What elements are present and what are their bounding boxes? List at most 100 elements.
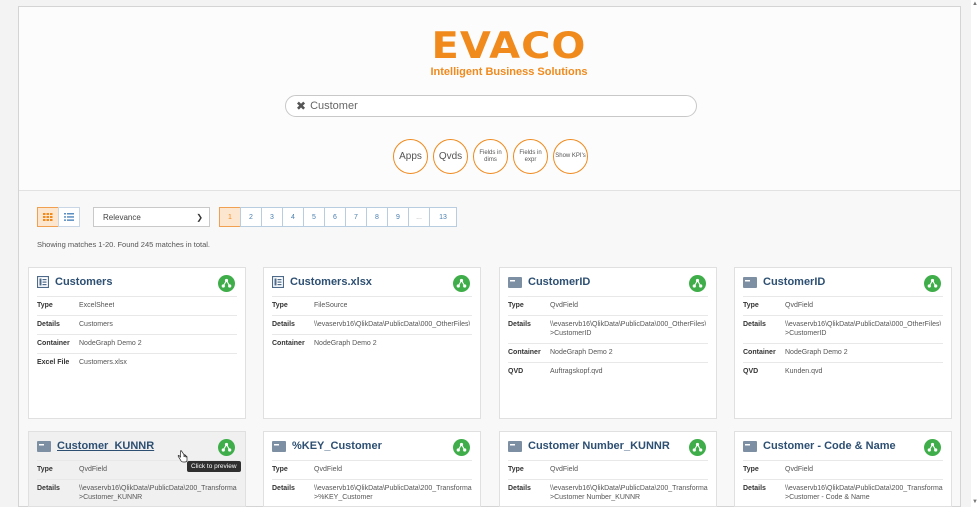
card-title[interactable]: Customers.xlsx: [290, 276, 372, 288]
row-key: Type: [272, 302, 288, 309]
network-graph-icon[interactable]: [453, 439, 470, 456]
filter-label: Show KPI's: [555, 153, 586, 159]
search-box[interactable]: ✖: [285, 95, 697, 117]
result-card[interactable]: Customer - Code & Name Type QvdField Deta…: [734, 431, 952, 507]
page-button[interactable]: 8: [366, 207, 388, 227]
page-button[interactable]: 4: [282, 207, 304, 227]
grid-icon: [43, 213, 53, 221]
result-card[interactable]: Customer Number_KUNNR Type QvdField Detai…: [499, 431, 717, 507]
card-row: Type ExcelSheet: [37, 296, 237, 315]
scroll-up-icon[interactable]: ▲: [972, 1, 978, 7]
row-key: Type: [37, 466, 53, 473]
result-card[interactable]: Customers Type ExcelSheet Details Customer…: [28, 267, 246, 419]
row-key: Type: [508, 302, 524, 309]
row-value-line: >Customer Number_KUNNR: [550, 494, 641, 501]
result-card[interactable]: %KEY_Customer Type QvdField Details \\evas…: [263, 431, 481, 507]
card-title[interactable]: Customers: [55, 276, 112, 288]
row-value-line: >CustomerID: [785, 330, 827, 337]
card-row: Type QvdField: [743, 296, 943, 315]
card-row: Container NodeGraph Demo 2: [37, 334, 237, 353]
network-graph-icon[interactable]: [689, 439, 706, 456]
card-row: Type FileSource: [272, 296, 472, 315]
sort-select[interactable]: Relevance ❯: [93, 207, 210, 227]
row-value-line: \\evaservb16\QlikData\PublicData\000_Oth…: [785, 321, 942, 328]
result-card[interactable]: CustomerID Type QvdField Details \\evaserv…: [499, 267, 717, 419]
card-header: Customer - Code & Name: [735, 432, 951, 460]
result-card[interactable]: CustomerID Type QvdField Details \\evaserv…: [734, 267, 952, 419]
filter-apps-button[interactable]: Apps: [393, 139, 428, 174]
card-title[interactable]: CustomerID: [763, 276, 825, 288]
card-row: Type QvdField: [743, 460, 943, 479]
row-value: \\evaservb16\QlikData\PublicData\200_Tra…: [79, 484, 237, 502]
filter-fields-in-dims-button[interactable]: Fields in dims: [473, 139, 508, 174]
scroll-down-icon[interactable]: ▼: [972, 499, 978, 505]
filter-label: Fields in dims: [479, 149, 502, 163]
list-view-button[interactable]: [58, 207, 80, 227]
network-graph-icon[interactable]: [218, 275, 235, 292]
row-value-line: >Customer_KUNNR: [79, 494, 143, 501]
row-value: QvdField: [550, 302, 579, 309]
sort-selected-value: Relevance: [103, 212, 141, 222]
card-row: Container NodeGraph Demo 2: [743, 343, 943, 362]
page-button[interactable]: 6: [324, 207, 346, 227]
row-key: Type: [743, 302, 759, 309]
show-kpis-button[interactable]: Show KPI's: [553, 139, 588, 174]
row-value: \\evaservb16\QlikData\PublicData\200_Tra…: [314, 484, 472, 502]
row-value-line: >Customer - Code & Name: [785, 494, 870, 501]
card-row: QVD Kunden.qvd: [743, 362, 943, 381]
card-row: Container NodeGraph Demo 2: [508, 343, 708, 362]
filter-buttons: Apps Qvds Fields in dims Fields in expr …: [393, 139, 588, 174]
card-title[interactable]: Customer_KUNNR: [57, 440, 154, 452]
page-button[interactable]: 5: [303, 207, 325, 227]
row-value: NodeGraph Demo 2: [550, 349, 613, 356]
card-header: Customer Number_KUNNR: [500, 432, 716, 460]
logo-wordmark: EVACO: [431, 24, 587, 68]
network-graph-icon[interactable]: [689, 275, 706, 292]
result-card[interactable]: Customers.xlsx Type FileSource Details \\e…: [263, 267, 481, 419]
filter-label: Apps: [399, 151, 422, 162]
card-row: Type QvdField: [508, 460, 708, 479]
row-value-line: \\evaservb16\QlikData\PublicData\000_Oth…: [550, 321, 707, 328]
card-title[interactable]: Customer Number_KUNNR: [528, 440, 670, 452]
row-value: Auftragskopf.qvd: [550, 368, 603, 375]
row-value-line: \\evaservb16\QlikData\PublicData\200_Tra…: [79, 485, 237, 492]
network-graph-icon[interactable]: [453, 275, 470, 292]
page-button[interactable]: 2: [240, 207, 262, 227]
search-input[interactable]: [310, 100, 671, 112]
network-graph-icon[interactable]: [218, 439, 235, 456]
card-row: Type QvdField: [272, 460, 472, 479]
network-graph-icon[interactable]: [924, 275, 941, 292]
filter-fields-in-expr-button[interactable]: Fields in expr: [513, 139, 548, 174]
scrollbar[interactable]: ▲ ▼: [971, 0, 979, 507]
card-title[interactable]: %KEY_Customer: [292, 440, 382, 452]
row-value: Customers: [79, 321, 113, 328]
row-key: Type: [743, 466, 759, 473]
card-title[interactable]: Customer - Code & Name: [763, 440, 896, 452]
card-header: CustomerID: [500, 268, 716, 296]
grid-view-button[interactable]: [37, 207, 59, 227]
row-key: Container: [508, 349, 541, 356]
page-button[interactable]: 13: [429, 207, 457, 227]
row-value: Kunden.qvd: [785, 368, 823, 375]
network-graph-icon[interactable]: [924, 439, 941, 456]
row-value: \\evaservb16\QlikData\PublicData\000_Oth…: [785, 320, 941, 338]
row-key: Type: [272, 466, 288, 473]
row-key: Details: [37, 485, 60, 492]
row-value: \\evaservb16\QlikData\PublicData\000_Oth…: [314, 321, 471, 328]
row-value: ExcelSheet: [79, 302, 115, 309]
row-key: Type: [37, 302, 53, 309]
page-button[interactable]: 9: [387, 207, 409, 227]
card-row: Details \\evaservb16\QlikData\PublicData\…: [37, 479, 237, 507]
page-button[interactable]: 7: [345, 207, 367, 227]
card-header: CustomerID: [735, 268, 951, 296]
row-value: NodeGraph Demo 2: [79, 340, 142, 347]
card-title[interactable]: CustomerID: [528, 276, 590, 288]
row-value: QvdField: [550, 466, 579, 473]
page-button[interactable]: 3: [261, 207, 283, 227]
row-value: QvdField: [785, 302, 814, 309]
results-toolbar: Relevance ❯ 1 2 3 4 5 6 7 8 9 ... 13: [37, 207, 457, 227]
filter-qvds-button[interactable]: Qvds: [433, 139, 468, 174]
page-button[interactable]: 1: [219, 207, 241, 227]
close-icon[interactable]: ✖: [296, 99, 306, 113]
card-row: Details \\evaservb16\QlikData\PublicData\…: [508, 315, 708, 343]
